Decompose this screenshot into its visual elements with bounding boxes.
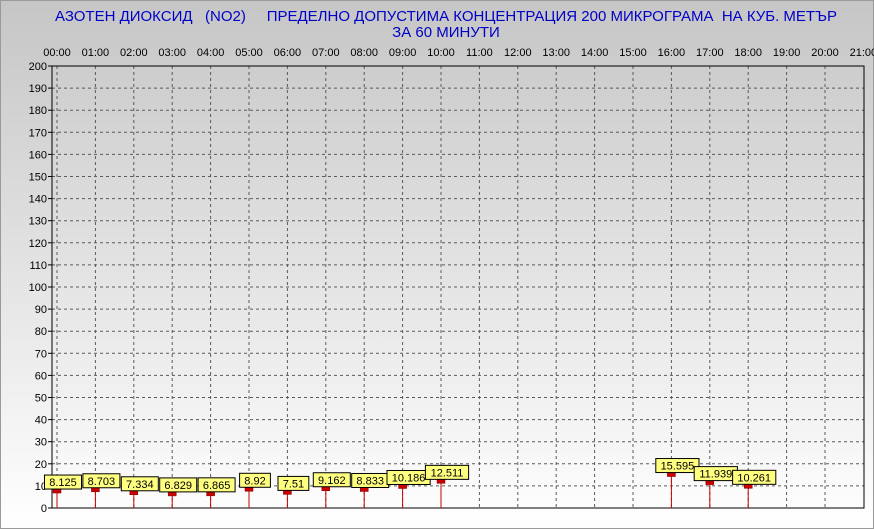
y-tick-label: 40 xyxy=(35,415,47,427)
y-tick-label: 170 xyxy=(29,127,47,139)
value-label: 8.92 xyxy=(244,475,265,487)
value-label: 10.186 xyxy=(392,472,426,484)
x-tick-label: 01:00 xyxy=(82,47,110,59)
y-tick-label: 150 xyxy=(29,172,47,184)
x-tick-label: 00:00 xyxy=(43,47,71,59)
x-tick-label: 13:00 xyxy=(542,47,570,59)
chart-title: АЗОТЕН ДИОКСИД (NO2) ПРЕДЕЛНО ДОПУСТИМА … xyxy=(55,8,837,25)
x-tick-label: 04:00 xyxy=(197,47,225,59)
value-label: 8.833 xyxy=(356,475,384,487)
chart: АЗОТЕН ДИОКСИД (NO2) ПРЕДЕЛНО ДОПУСТИМА … xyxy=(0,0,874,529)
x-tick-label: 15:00 xyxy=(619,47,647,59)
y-tick-label: 70 xyxy=(35,348,47,360)
y-tick-label: 60 xyxy=(35,370,47,382)
x-tick-label: 08:00 xyxy=(350,47,378,59)
value-label: 8.703 xyxy=(88,476,116,488)
y-tick-label: 90 xyxy=(35,304,47,316)
value-label: 12.511 xyxy=(431,467,464,479)
value-label: 6.865 xyxy=(203,480,231,492)
value-label: 8.125 xyxy=(49,477,77,489)
value-label: 6.829 xyxy=(164,480,192,492)
x-tick-label: 05:00 xyxy=(235,47,263,59)
chart-subtitle: ЗА 60 МИНУТИ xyxy=(392,24,500,41)
x-tick-label: 11:00 xyxy=(466,47,493,59)
y-tick-label: 160 xyxy=(29,149,47,161)
x-tick-label: 09:00 xyxy=(389,47,417,59)
y-tick-label: 20 xyxy=(35,459,47,471)
value-label: 7.51 xyxy=(283,478,304,490)
x-tick-label: 10:00 xyxy=(427,47,455,59)
value-label: 10.261 xyxy=(737,472,771,484)
y-tick-label: 130 xyxy=(29,216,47,228)
y-tick-label: 190 xyxy=(29,83,47,95)
y-tick-label: 50 xyxy=(35,393,47,405)
x-tick-label: 03:00 xyxy=(158,47,186,59)
x-tick-label: 16:00 xyxy=(658,47,686,59)
y-tick-label: 80 xyxy=(35,326,47,338)
x-tick-label: 14:00 xyxy=(581,47,609,59)
value-label: 9.162 xyxy=(318,475,346,487)
y-tick-label: 100 xyxy=(29,282,47,294)
x-tick-label: 20:00 xyxy=(811,47,839,59)
value-label: 15.595 xyxy=(661,461,695,473)
y-tick-label: 0 xyxy=(41,503,47,515)
x-tick-label: 12:00 xyxy=(504,47,532,59)
y-tick-label: 110 xyxy=(29,260,47,272)
x-tick-label: 19:00 xyxy=(773,47,801,59)
x-tick-label: 17:00 xyxy=(696,47,724,59)
x-tick-label: 21:00 xyxy=(850,47,874,59)
x-tick-label: 07:00 xyxy=(312,47,340,59)
x-tick-label: 06:00 xyxy=(274,47,302,59)
value-label: 11.939 xyxy=(699,469,732,481)
y-tick-label: 140 xyxy=(29,194,47,206)
y-tick-label: 30 xyxy=(35,437,47,449)
y-tick-label: 200 xyxy=(29,61,47,73)
x-tick-label: 02:00 xyxy=(120,47,148,59)
value-label: 7.334 xyxy=(126,479,154,491)
x-tick-label: 18:00 xyxy=(734,47,762,59)
y-tick-label: 120 xyxy=(29,238,47,250)
y-tick-label: 180 xyxy=(29,105,47,117)
